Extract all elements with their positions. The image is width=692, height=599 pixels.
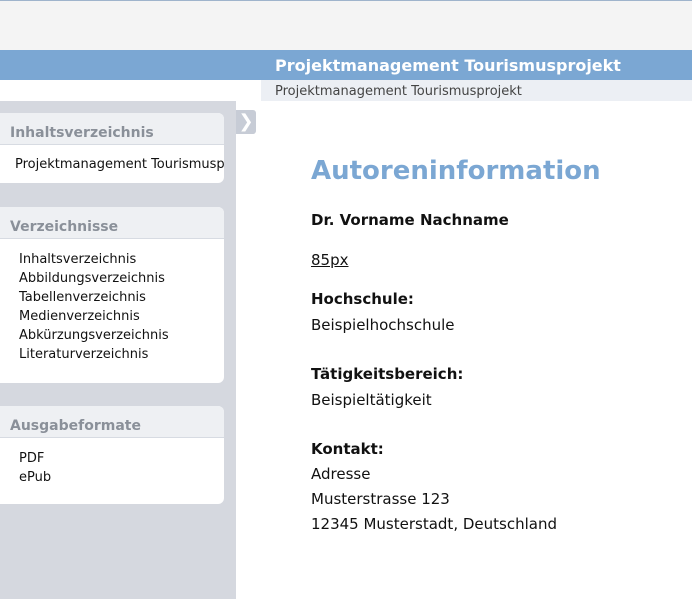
index-item-tabellenverzeichnis[interactable]: Tabellenverzeichnis <box>19 288 169 307</box>
contact-line: Musterstrasse 123 <box>311 490 450 508</box>
indexes-panel-header[interactable]: Verzeichnisse <box>0 207 224 239</box>
formats-list: PDF ePub <box>19 449 51 487</box>
index-item-medienverzeichnis[interactable]: Medienverzeichnis <box>19 307 169 326</box>
indexes-panel: Verzeichnisse Inhaltsverzeichnis Abbildu… <box>0 207 224 383</box>
indexes-list: Inhaltsverzeichnis Abbildungsverzeichnis… <box>19 250 169 364</box>
author-name: Dr. Vorname Nachname <box>311 211 509 229</box>
toc-panel-header[interactable]: Inhaltsverzeichnis <box>0 113 224 145</box>
toc-item[interactable]: Projektmanagement Tourismusp <box>15 157 224 172</box>
top-toolbar <box>0 0 692 50</box>
breadcrumb-item[interactable]: Projektmanagement Tourismusprojekt <box>275 84 522 99</box>
formats-panel-title: Ausgabeformate <box>10 418 141 434</box>
title-bar: Projektmanagement Tourismusprojekt <box>0 50 692 80</box>
breadcrumb: Projektmanagement Tourismusprojekt <box>261 80 692 101</box>
school-label: Hochschule: <box>311 290 414 308</box>
activity-label: Tätigkeitsbereich: <box>311 365 464 383</box>
index-item-inhaltsverzeichnis[interactable]: Inhaltsverzeichnis <box>19 250 169 269</box>
contact-label: Kontakt: <box>311 440 384 458</box>
breadcrumb-bar: Projektmanagement Tourismusprojekt <box>0 80 692 101</box>
format-item-pdf[interactable]: PDF <box>19 449 51 468</box>
format-item-epub[interactable]: ePub <box>19 468 51 487</box>
formats-panel-header[interactable]: Ausgabeformate <box>0 406 224 438</box>
sidebar-toggle-chevron-icon[interactable]: ❯ <box>236 110 256 134</box>
contact-line: 12345 Musterstadt, Deutschland <box>311 515 557 533</box>
activity-value: Beispieltätigkeit <box>311 391 432 409</box>
index-item-abkuerzungsverzeichnis[interactable]: Abkürzungsverzeichnis <box>19 326 169 345</box>
toc-panel: Inhaltsverzeichnis Projektmanagement Tou… <box>0 113 224 183</box>
school-value: Beispielhochschule <box>311 316 455 334</box>
toc-panel-title: Inhaltsverzeichnis <box>10 125 154 141</box>
author-image-link[interactable]: 85px <box>311 251 349 269</box>
indexes-panel-title: Verzeichnisse <box>10 219 119 235</box>
contact-line: Adresse <box>311 465 371 483</box>
index-item-literaturverzeichnis[interactable]: Literaturverzeichnis <box>19 345 169 364</box>
index-item-abbildungsverzeichnis[interactable]: Abbildungsverzeichnis <box>19 269 169 288</box>
page-title: Autoreninformation <box>311 156 601 186</box>
formats-panel: Ausgabeformate PDF ePub <box>0 406 224 504</box>
document-title: Projektmanagement Tourismusprojekt <box>275 56 621 75</box>
